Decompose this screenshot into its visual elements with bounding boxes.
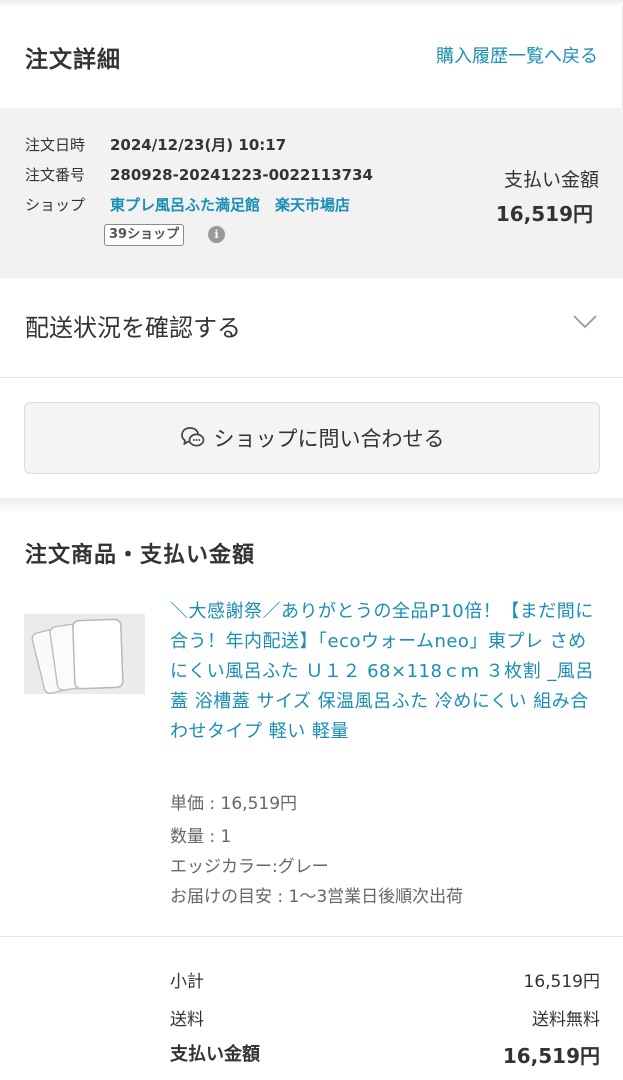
contact-shop-button[interactable]: ショップに問い合わせる xyxy=(24,402,600,474)
subtotal-row: 小計 16,519円 xyxy=(170,967,600,992)
delivery-status-toggle[interactable]: 配送状況を確認する xyxy=(0,278,623,378)
payment-amount-value: 16,519円 xyxy=(495,202,593,226)
order-date-label: 注文日時 xyxy=(25,136,86,154)
page-header: 注文詳細 購入履歴一覧へ戻る xyxy=(0,6,623,108)
order-number-row: 注文番号 280928-20241223-0022113734 xyxy=(25,164,373,185)
unit-price: 単価 : 16,519円 xyxy=(170,794,298,814)
info-icon[interactable]: i xyxy=(208,226,225,243)
product-name-link[interactable]: ＼大感謝祭／ありがとうの全品P10倍！【まだ間に合う！年内配送】「ecoウォーム… xyxy=(170,597,602,747)
items-section-title: 注文商品・支払い金額 xyxy=(25,543,256,568)
contact-shop-button-content: ショップに問い合わせる xyxy=(25,423,599,453)
shop-39-badge: 39ショップ xyxy=(104,224,185,246)
order-date-row: 注文日時 2024/12/23(月) 10:17 xyxy=(25,134,286,155)
total-row: 支払い金額 16,519円 xyxy=(170,1040,600,1068)
chat-bubble-icon xyxy=(180,427,214,451)
product-image[interactable] xyxy=(24,614,145,695)
total-label: 支払い金額 xyxy=(170,1044,260,1065)
delivery-status-label: 配送状況を確認する xyxy=(25,314,241,342)
shop-row: ショップ 東プレ風呂ふた満足館 楽天市場店 xyxy=(25,194,350,215)
subtotal-label: 小計 xyxy=(170,972,204,992)
delivery-estimate: お届けの目安 : 1〜3営業日後順次出荷 xyxy=(170,887,464,907)
totals-divider xyxy=(0,936,623,937)
shipping-value: 送料無料 xyxy=(532,1010,600,1030)
shop-label: ショップ xyxy=(25,196,86,214)
total-value: 16,519円 xyxy=(502,1044,600,1068)
payment-amount-label: 支払い金額 xyxy=(503,169,599,191)
order-number-value: 280928-20241223-0022113734 xyxy=(110,166,373,184)
shipping-label: 送料 xyxy=(170,1010,204,1030)
order-summary: 注文日時 2024/12/23(月) 10:17 注文番号 280928-20241… xyxy=(0,108,623,278)
contact-shop-button-label: ショップに問い合わせる xyxy=(213,427,445,451)
order-date-value: 2024/12/23(月) 10:17 xyxy=(110,136,287,154)
section-divider xyxy=(0,498,623,513)
order-number-label: 注文番号 xyxy=(25,166,86,184)
edge-color: エッジカラー:グレー xyxy=(170,857,329,877)
shop-name-link[interactable]: 東プレ風呂ふた満足館 楽天市場店 xyxy=(110,196,350,214)
subtotal-value: 16,519円 xyxy=(523,972,600,992)
chevron-down-icon xyxy=(573,314,597,333)
back-to-history-link[interactable]: 購入履歴一覧へ戻る xyxy=(436,42,598,68)
shipping-row: 送料 送料無料 xyxy=(170,1005,600,1030)
quantity: 数量 : 1 xyxy=(170,827,232,847)
page-title: 注文詳細 xyxy=(25,47,121,73)
